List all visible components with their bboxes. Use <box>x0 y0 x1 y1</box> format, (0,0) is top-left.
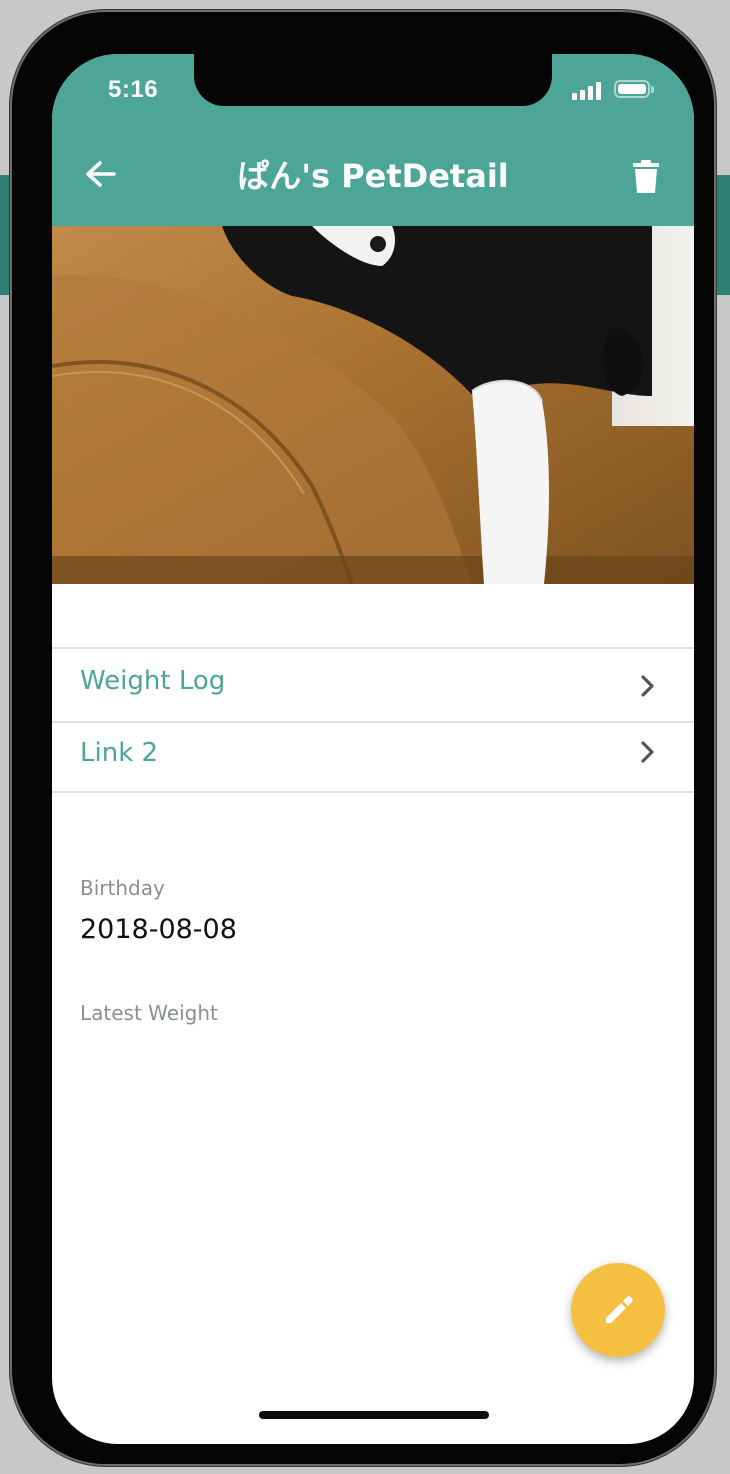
chevron-right-icon <box>641 741 654 763</box>
link-2-label: Link 2 <box>80 738 159 768</box>
app-bar: 5:16 ぱん's PetDetail <box>52 54 694 226</box>
link-2[interactable]: Link 2 <box>52 722 694 792</box>
birthday-value: 2018-08-08 <box>80 914 237 945</box>
status-time: 5:16 <box>108 76 159 103</box>
divider <box>52 791 694 793</box>
chevron-right-icon <box>641 675 654 697</box>
home-indicator <box>259 1411 489 1419</box>
edit-button[interactable] <box>571 1263 665 1357</box>
delete-button[interactable] <box>624 154 668 198</box>
latest-weight-label: Latest Weight <box>80 1001 218 1025</box>
notch <box>194 54 552 106</box>
back-button[interactable] <box>78 152 122 196</box>
app-screen: 5:16 ぱん's PetDetail Weight Log Link 2 Bi… <box>52 54 694 1444</box>
phone-frame: 5:16 ぱん's PetDetail Weight Log Link 2 Bi… <box>10 10 716 1466</box>
background-panel-right <box>716 175 730 295</box>
divider <box>52 647 694 649</box>
birthday-label: Birthday <box>80 876 165 900</box>
battery-icon <box>614 80 654 98</box>
trash-icon <box>633 160 659 193</box>
signal-icon <box>572 82 602 100</box>
page-title: ぱん's PetDetail <box>237 157 509 195</box>
arrow-back-icon <box>86 161 116 187</box>
weight-log-link[interactable]: Weight Log <box>52 650 694 720</box>
pencil-icon <box>606 1296 633 1323</box>
cat-on-sofa-photo <box>52 226 694 584</box>
weight-log-label: Weight Log <box>80 666 226 696</box>
